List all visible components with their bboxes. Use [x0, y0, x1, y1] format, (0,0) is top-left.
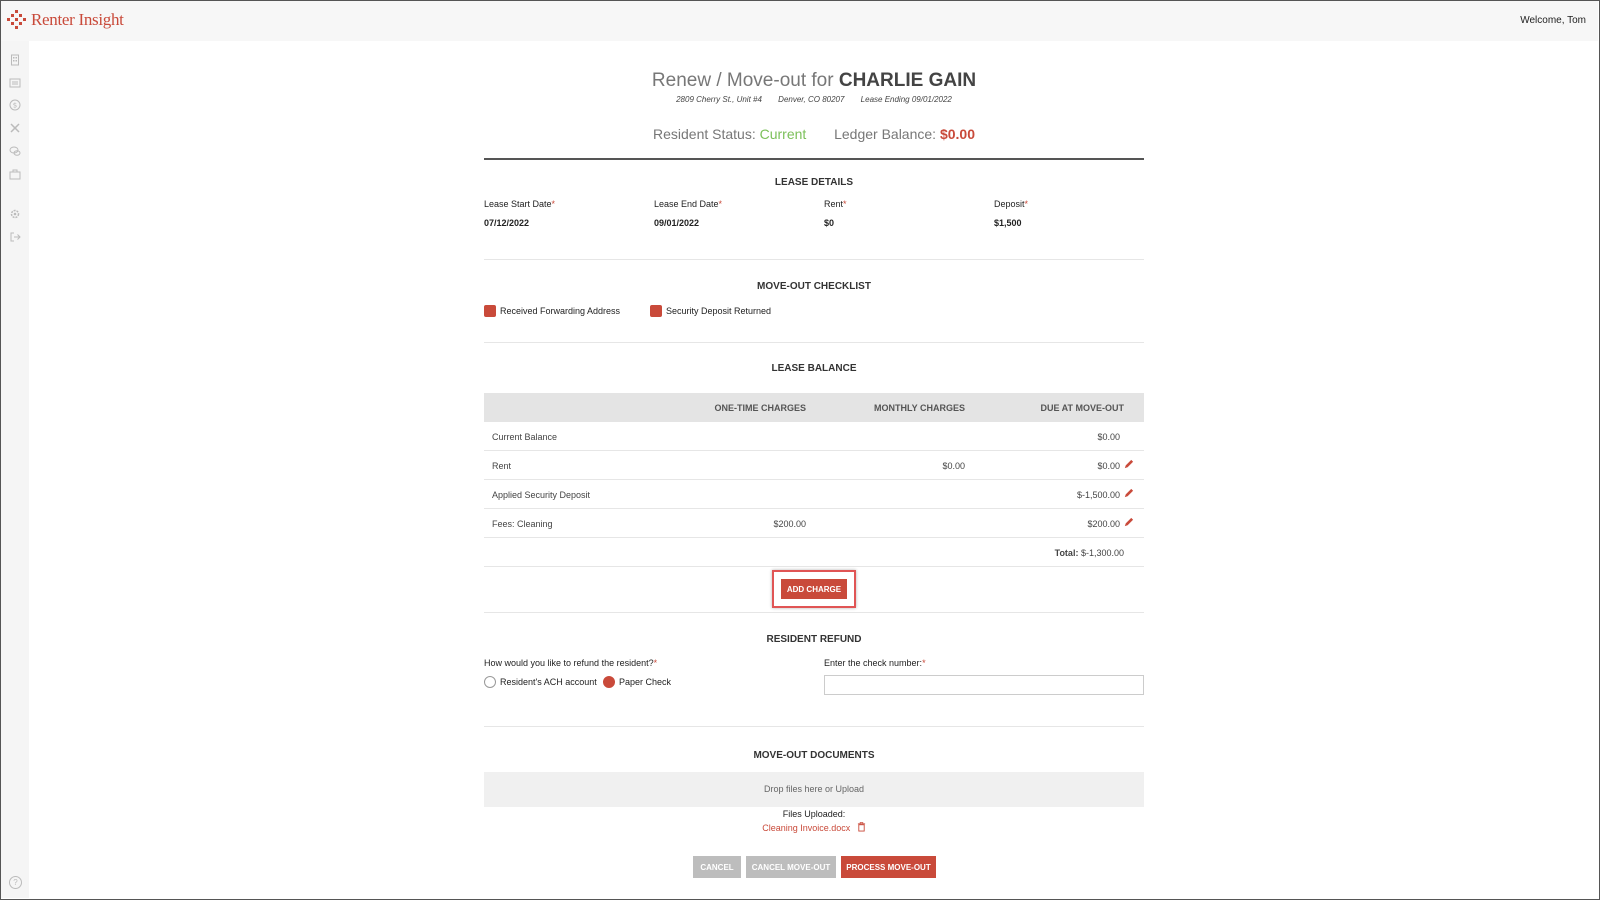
deposit-label: Deposit* — [994, 199, 1029, 209]
process-move-out-button[interactable]: PROCESS MOVE-OUT — [841, 856, 936, 878]
check-number-input[interactable] — [824, 675, 1144, 695]
svg-text:$: $ — [13, 102, 17, 110]
divider — [484, 726, 1144, 727]
table-row: Rent $0.00 $0.00 — [484, 451, 1144, 480]
sidebar: $ — [1, 41, 29, 898]
address: 2809 Cherry St., Unit #4 — [676, 95, 762, 104]
tools-icon[interactable] — [9, 122, 21, 134]
refund-question: How would you like to refund the residen… — [484, 658, 658, 668]
documents-title: MOVE-OUT DOCUMENTS — [753, 750, 875, 761]
cancel-button[interactable]: CANCEL — [693, 856, 741, 878]
help-icon[interactable]: ? — [9, 876, 22, 889]
dollar-icon[interactable]: $ — [9, 99, 21, 111]
briefcase-icon[interactable] — [9, 168, 21, 180]
file-dropzone[interactable]: Drop files here or Upload — [484, 772, 1144, 807]
rent-value: $0 — [824, 218, 835, 228]
status-label: Resident Status: — [653, 126, 756, 142]
logo[interactable]: Renter Insight — [7, 10, 124, 30]
lease-balance-table: ONE-TIME CHARGES MONTHLY CHARGES DUE AT … — [484, 393, 1144, 567]
radio-ach[interactable]: Resident's ACH account — [484, 676, 597, 688]
radio-selected-icon[interactable] — [603, 676, 615, 688]
pencil-icon[interactable] — [1123, 517, 1134, 528]
radio-paper-check[interactable]: Paper Check — [603, 676, 671, 688]
logo-text: Renter Insight — [31, 10, 124, 29]
balance-value: $0.00 — [939, 126, 975, 142]
table-row: Current Balance $0.00 — [484, 422, 1144, 451]
page-title: Renew / Move-out for CHARLIE GAIN — [484, 70, 1144, 92]
radio-unselected-icon[interactable] — [484, 676, 496, 688]
total-row: Total: $-1,300.00 — [484, 538, 1144, 567]
divider — [484, 342, 1144, 343]
logo-diamond-icon — [7, 10, 27, 30]
files-uploaded-label: Files Uploaded: — [782, 809, 846, 819]
table-row: Fees: Cleaning $200.00 $200.00 — [484, 509, 1144, 538]
header-divider — [484, 158, 1144, 160]
trash-icon[interactable] — [857, 822, 866, 832]
lease-start-label: Lease Start Date* — [484, 199, 556, 209]
uploaded-file: Cleaning Invoice.docx — [484, 822, 1144, 833]
list-icon[interactable] — [9, 77, 21, 89]
pencil-icon[interactable] — [1123, 459, 1134, 470]
resident-name: CHARLIE GAIN — [838, 70, 977, 91]
status-value: Current — [759, 126, 807, 142]
total: Total: $-1,300.00 — [1054, 548, 1124, 558]
welcome-text[interactable]: Welcome, Tom — [1520, 15, 1586, 26]
checklist-title: MOVE-OUT CHECKLIST — [757, 281, 871, 292]
col-due: DUE AT MOVE-OUT — [1040, 403, 1125, 413]
city: Denver, CO 80207 — [778, 95, 845, 104]
check-number-label: Enter the check number:* — [824, 658, 926, 668]
pencil-icon[interactable] — [1123, 488, 1134, 499]
rent-label: Rent* — [824, 199, 847, 209]
col-monthly: MONTHLY CHARGES — [873, 403, 965, 413]
add-charge-highlight: ADD CHARGE — [772, 570, 856, 608]
file-link[interactable]: Cleaning Invoice.docx — [762, 823, 850, 833]
add-charge-button[interactable]: ADD CHARGE — [781, 579, 847, 599]
lease-subtitle: 2809 Cherry St., Unit #4 Denver, CO 8020… — [484, 95, 1144, 104]
title-prefix: Renew / Move-out for — [651, 70, 834, 91]
checklist-deposit-returned[interactable]: Security Deposit Returned — [650, 305, 771, 317]
checkbox-checked-icon[interactable] — [650, 305, 662, 317]
chat-icon[interactable] — [9, 145, 21, 157]
logout-icon[interactable] — [9, 231, 21, 243]
gear-icon[interactable] — [9, 208, 21, 220]
deposit-value: $1,500 — [994, 218, 1022, 228]
lease-end-label: Lease End Date* — [654, 199, 723, 209]
balance-label: Ledger Balance: — [834, 126, 937, 142]
building-icon[interactable] — [9, 54, 21, 66]
lease-ending: Lease Ending 09/01/2022 — [860, 95, 952, 104]
divider — [484, 259, 1144, 260]
status-row: Resident Status: Current Ledger Balance:… — [484, 126, 1144, 142]
lease-balance-title: LEASE BALANCE — [771, 363, 857, 374]
checkbox-checked-icon[interactable] — [484, 305, 496, 317]
refund-title: RESIDENT REFUND — [766, 634, 862, 645]
divider — [484, 612, 1144, 613]
col-one-time: ONE-TIME CHARGES — [714, 403, 806, 413]
cancel-move-out-button[interactable]: CANCEL MOVE-OUT — [746, 856, 836, 878]
lease-start-value: 07/12/2022 — [484, 218, 530, 228]
top-bar: Renter Insight Welcome, Tom — [1, 1, 1598, 41]
lease-details-title: LEASE DETAILS — [774, 177, 854, 188]
table-header: ONE-TIME CHARGES MONTHLY CHARGES DUE AT … — [484, 393, 1144, 422]
checklist-forwarding-address[interactable]: Received Forwarding Address — [484, 305, 620, 317]
lease-end-value: 09/01/2022 — [654, 218, 700, 228]
table-row: Applied Security Deposit $-1,500.00 — [484, 480, 1144, 509]
